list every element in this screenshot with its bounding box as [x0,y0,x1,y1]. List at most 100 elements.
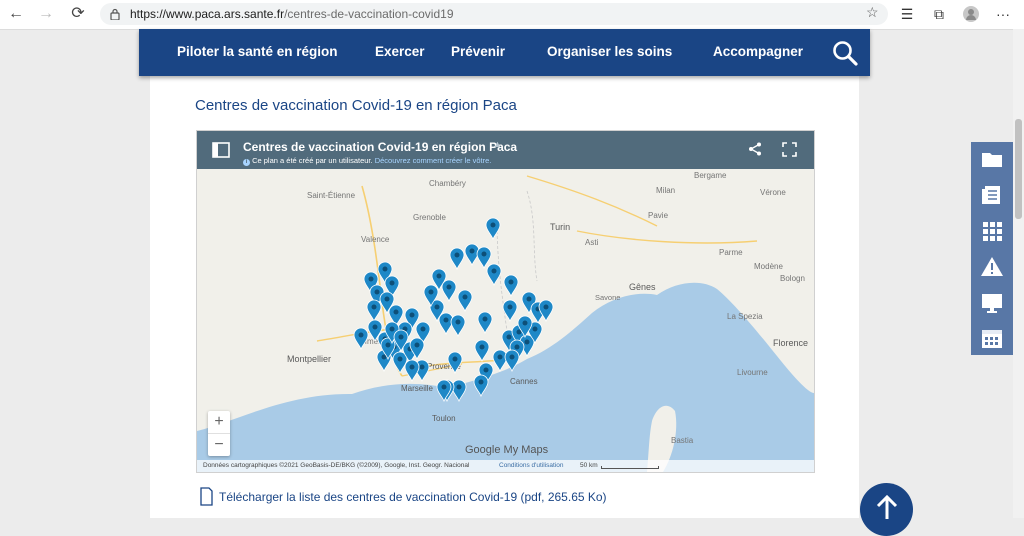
map-pin-dot [436,273,442,279]
nav-item-piloter[interactable]: Piloter la santé en région [177,44,338,59]
map-pin-dot [393,309,399,315]
grid-apps-icon[interactable] [980,219,1004,243]
city-label: La Spezia [727,312,763,321]
zoom-in-button[interactable]: + [208,411,230,433]
map-pin-dot [455,319,461,325]
map-pin-dot [469,248,475,254]
collections-icon[interactable]: ⧉ [928,4,950,24]
map-pin-dot [358,332,364,338]
page-scrollbar[interactable] [1013,29,1024,518]
city-label: Livourne [737,368,768,377]
profile-avatar-icon[interactable] [960,4,982,24]
map-pin-dot [385,342,391,348]
map-pin-dot [532,326,538,332]
nav-item-prevenir[interactable]: Prévenir [451,44,505,59]
map-pin-dot [462,294,468,300]
map-pin-dot [382,266,388,272]
scrollbar-thumb[interactable] [1015,119,1022,219]
refresh-icon[interactable]: ⟳ [67,4,89,24]
map-pin-dot [446,284,452,290]
download-link-text[interactable]: Télécharger la liste des centres de vacc… [219,490,607,504]
google-logo: Google My Maps [465,444,549,456]
map-pin-dot [397,356,403,362]
back-icon[interactable]: ← [5,4,27,24]
map-notice: i Ce plan a été créé par un utilisateur.… [243,156,491,166]
nav-item-organiser[interactable]: Organiser les soins [547,44,672,59]
back-to-top-button[interactable] [860,483,913,536]
map-canvas[interactable]: Bergame Vérone Chambéry Milan Saint-Étie… [197,131,814,472]
map-header: Centres de vaccination Covid-19 en régio… [197,131,814,169]
map-pin-dot [509,354,515,360]
city-label: Gênes [629,282,656,292]
more-options-icon[interactable]: ··· [992,4,1014,24]
documents-icon[interactable] [980,183,1004,207]
map-pin-dot [508,279,514,285]
city-label: Turin [550,222,570,232]
document-icon [200,487,213,506]
search-icon[interactable] [832,40,858,66]
warning-icon[interactable] [980,255,1004,279]
map-pin-dot [543,304,549,310]
calendar-icon[interactable] [980,326,1004,350]
sidebar-panel-icon[interactable] [212,142,230,158]
embedded-map[interactable]: Bergame Vérone Chambéry Milan Saint-Étie… [196,130,815,473]
city-label: Florence [773,338,808,348]
map-notice-link[interactable]: Découvrez comment créer le vôtre. [375,156,492,165]
map-pin-dot [497,354,503,360]
map-pin-dot [409,364,415,370]
city-label: Pavie [648,211,669,220]
terms-link[interactable]: Conditions d'utilisation [499,462,563,469]
map-pin-dot [443,317,449,323]
url-domain: https://www.paca.ars.sante.fr [130,7,285,21]
map-pin-dot [368,276,374,282]
map-pin-dot [506,334,512,340]
zoom-out-button[interactable]: − [208,433,230,456]
map-pin-dot [507,304,513,310]
quick-links-sidebar [971,142,1013,355]
city-label: Parme [719,248,743,257]
map-pin-dot [419,364,425,370]
folder-icon[interactable] [980,147,1004,171]
map-pin-dot [456,384,462,390]
map-pin-dot [454,252,460,258]
scale-label: 50 km [580,462,598,469]
info-icon: i [243,159,250,166]
map-pin-dot [374,289,380,295]
address-bar[interactable]: https://www.paca.ars.sante.fr/centres-de… [100,3,888,25]
favorites-list-icon[interactable]: ☰ [896,4,918,24]
city-label: Grenoble [413,213,446,222]
main-navigation: Piloter la santé en région Exercer Préve… [139,29,870,76]
map-pin-dot [428,289,434,295]
share-icon[interactable] [748,142,762,156]
map-pin-dot [420,326,426,332]
city-label: Vérone [760,188,786,197]
map-pin-dot [398,334,404,340]
map-pin-dot [414,342,420,348]
city-label: Asti [585,238,599,247]
city-label: Montpellier [287,354,331,364]
map-pin-dot [490,222,496,228]
map-pin-dot [481,251,487,257]
nav-item-exercer[interactable]: Exercer [375,44,425,59]
url-text: https://www.paca.ars.sante.fr/centres-de… [130,7,454,21]
map-pin-dot [479,344,485,350]
favorite-star-icon[interactable]: ☆ [866,4,879,21]
map-pin-dot [491,268,497,274]
city-label: Bologn [780,274,805,283]
map-title-caret-icon[interactable]: ▲ [493,139,502,149]
map-pin-dot [478,379,484,385]
map-pin-dot [409,312,415,318]
map-pin-dot [389,326,395,332]
monitor-icon[interactable] [980,291,1004,315]
map-pin-dot [482,316,488,322]
nav-item-accompagner[interactable]: Accompagner [713,44,803,59]
page-title: Centres de vaccination Covid-19 en régio… [195,97,517,114]
city-label: Bastia [671,436,694,445]
forward-icon[interactable]: → [35,4,57,24]
map-pin-dot [483,367,489,373]
city-label: Savone [595,293,620,302]
fullscreen-icon[interactable] [782,142,797,157]
city-label: Chambéry [429,179,466,188]
city-label: Valence [361,235,390,244]
map-pin-dot [372,324,378,330]
